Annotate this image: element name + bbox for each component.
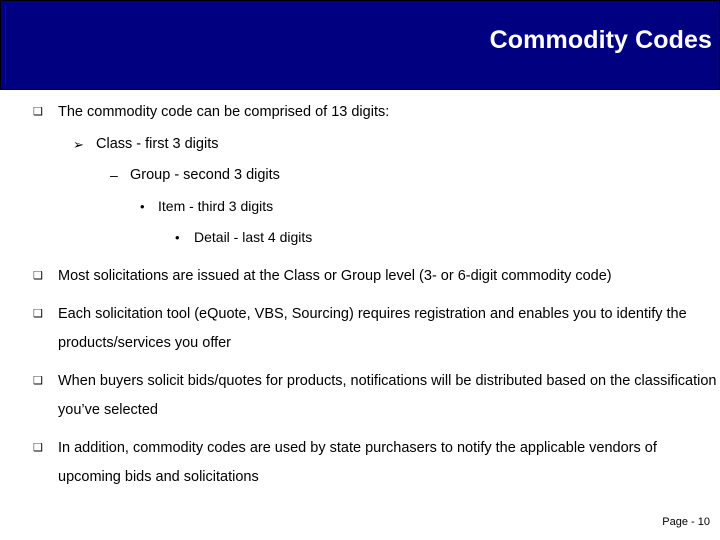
bullet-text: Detail - last 4 digits [194,229,313,245]
dash-bullet-icon: – [110,167,118,183]
slide-body: ❑ The commodity code can be comprised of… [0,90,720,500]
square-bullet-icon: ❑ [33,270,43,282]
bullet-item-level1: ❑ When buyers solicit bids/quotes for pr… [33,367,720,425]
page-title: Commodity Codes [489,26,712,54]
bullet-text: When buyers solicit bids/quotes for prod… [58,373,717,418]
bullet-text: In addition, commodity codes are used by… [58,440,657,485]
square-bullet-icon: ❑ [33,106,43,118]
bullet-item-level4: • Item - third 3 digits [140,191,720,222]
dot-bullet-icon: • [175,230,180,245]
bullet-item-level1: ❑ Most solicitations are issued at the C… [33,262,720,291]
bullet-text: The commodity code can be comprised of 1… [58,104,390,120]
bullet-item-level1: ❑ Each solicitation tool (eQuote, VBS, S… [33,300,720,358]
bullet-item-level1: ❑ The commodity code can be comprised of… [33,98,720,127]
bullet-text: Each solicitation tool (eQuote, VBS, Sou… [58,306,687,351]
bullet-text: Item - third 3 digits [158,198,274,214]
bullet-item-level3: – Group - second 3 digits [110,160,720,191]
bullet-text: Group - second 3 digits [130,167,280,183]
square-bullet-icon: ❑ [33,308,43,320]
square-bullet-icon: ❑ [33,375,43,387]
bullet-item-level5: • Detail - last 4 digits [175,222,720,253]
arrow-bullet-icon: ➢ [73,137,84,152]
bullet-text: Class - first 3 digits [96,136,219,152]
bullet-item-level1: ❑ In addition, commodity codes are used … [33,434,720,492]
slide-title-bar: Commodity Codes [0,0,720,90]
bullet-item-level2: ➢ Class - first 3 digits [73,129,720,160]
page-number-footer: Page - 10 [662,516,710,528]
square-bullet-icon: ❑ [33,442,43,454]
dot-bullet-icon: • [140,199,145,214]
bullet-text: Most solicitations are issued at the Cla… [58,268,612,284]
